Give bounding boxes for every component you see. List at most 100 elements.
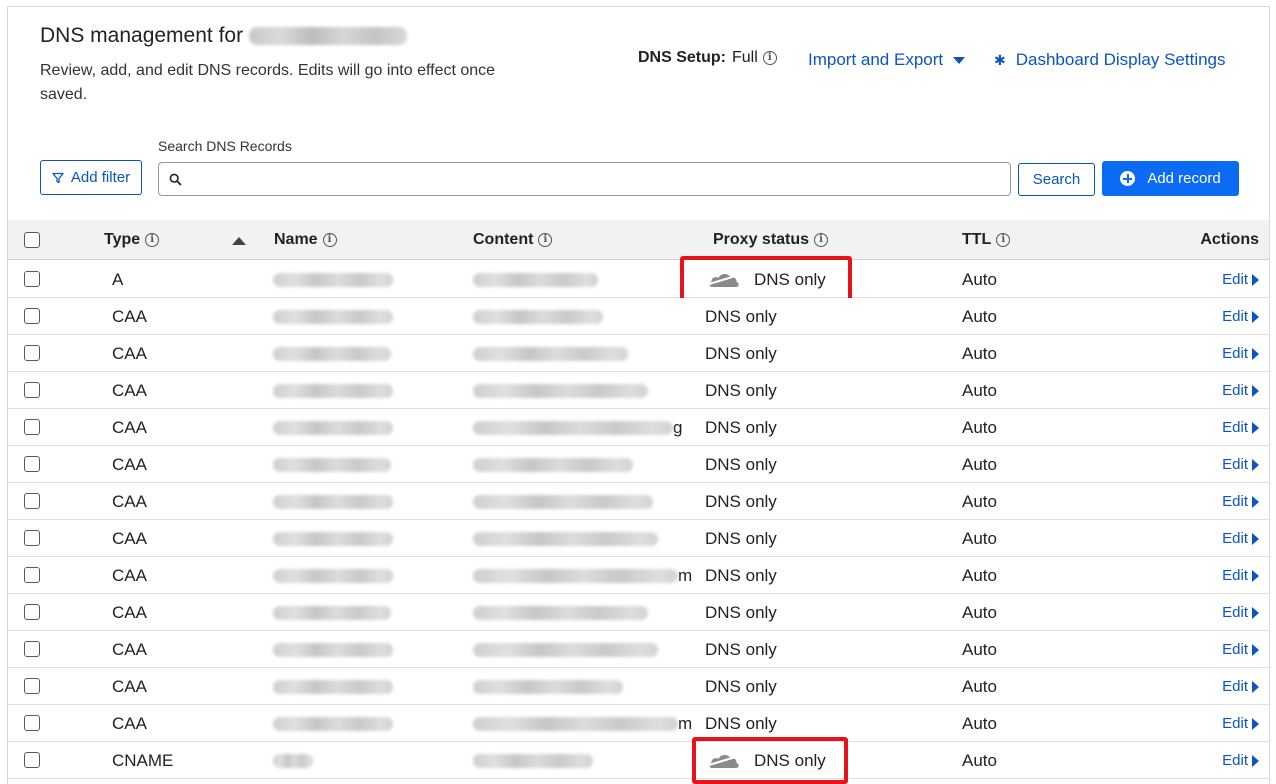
- record-ttl: Auto: [962, 602, 997, 622]
- record-content-redacted: m: [473, 557, 692, 594]
- column-ttl-label: TTL: [962, 231, 992, 248]
- row-checkbox[interactable]: [24, 567, 40, 583]
- row-checkbox[interactable]: [24, 604, 40, 620]
- record-type: CAA: [112, 491, 147, 511]
- edit-record-link[interactable]: Edit: [1222, 261, 1259, 298]
- row-checkbox[interactable]: [24, 271, 40, 287]
- record-ttl: Auto: [962, 491, 997, 511]
- column-content[interactable]: Content i: [473, 220, 553, 260]
- row-checkbox[interactable]: [24, 456, 40, 472]
- table-row: CAA DNS only Auto Edit: [8, 483, 1269, 520]
- record-name-redacted: [273, 409, 393, 446]
- table-row: CAA DNS only Auto Edit: [8, 668, 1269, 705]
- edit-record-link[interactable]: Edit: [1222, 520, 1259, 557]
- cloud-icon: [708, 754, 740, 768]
- edit-record-link[interactable]: Edit: [1222, 372, 1259, 409]
- record-ttl: Auto: [962, 306, 997, 326]
- column-ttl[interactable]: TTL i: [962, 220, 1011, 260]
- proxy-status: DNS only: [705, 557, 777, 594]
- proxy-status: DNS only: [708, 261, 826, 298]
- record-name-redacted: [273, 372, 393, 409]
- table-row: CAA m DNS only Auto Edit: [8, 705, 1269, 742]
- proxy-status: DNS only: [705, 705, 777, 742]
- edit-record-link[interactable]: Edit: [1222, 742, 1259, 779]
- row-checkbox[interactable]: [24, 752, 40, 768]
- record-content-redacted: [473, 668, 623, 705]
- record-type: CAA: [112, 454, 147, 474]
- edit-record-link[interactable]: Edit: [1222, 483, 1259, 520]
- edit-record-link[interactable]: Edit: [1222, 446, 1259, 483]
- row-checkbox[interactable]: [24, 715, 40, 731]
- edit-label: Edit: [1222, 567, 1248, 584]
- edit-record-link[interactable]: Edit: [1222, 705, 1259, 742]
- row-checkbox[interactable]: [24, 345, 40, 361]
- import-export-dropdown[interactable]: Import and Export: [808, 50, 966, 70]
- record-type: CAA: [112, 602, 147, 622]
- column-name[interactable]: Name i: [274, 220, 337, 260]
- record-content-redacted: [473, 298, 603, 335]
- add-record-button[interactable]: Add record: [1102, 161, 1239, 196]
- record-ttl: Auto: [962, 417, 997, 437]
- record-type: CAA: [112, 565, 147, 585]
- caret-right-icon: [1252, 606, 1259, 619]
- edit-record-link[interactable]: Edit: [1222, 298, 1259, 335]
- record-name-redacted: [273, 335, 391, 372]
- table-row: CAA DNS only Auto Edit: [8, 594, 1269, 631]
- proxy-status-label: DNS only: [705, 528, 777, 548]
- edit-label: Edit: [1222, 493, 1248, 510]
- record-type: CAA: [112, 676, 147, 696]
- edit-label: Edit: [1222, 382, 1248, 399]
- edit-record-link[interactable]: Edit: [1222, 557, 1259, 594]
- proxy-status: DNS only: [705, 483, 777, 520]
- edit-record-link[interactable]: Edit: [1222, 631, 1259, 668]
- row-checkbox[interactable]: [24, 419, 40, 435]
- edit-record-link[interactable]: Edit: [1222, 668, 1259, 705]
- row-checkbox[interactable]: [24, 308, 40, 324]
- add-filter-button[interactable]: Add filter: [40, 160, 142, 195]
- record-name-redacted: [273, 594, 391, 631]
- caret-right-icon: [1252, 310, 1259, 323]
- proxy-status: DNS only: [705, 298, 777, 335]
- proxy-status-label: DNS only: [705, 713, 777, 733]
- record-ttl: Auto: [962, 565, 997, 585]
- column-type-label: Type: [104, 231, 141, 248]
- dns-setup-info-icon[interactable]: i: [762, 51, 777, 65]
- page-subtitle: Review, add, and edit DNS records. Edits…: [40, 62, 496, 103]
- row-checkbox[interactable]: [24, 493, 40, 509]
- table-row: CNAME DNS only Auto Edit: [8, 742, 1269, 779]
- cloud-icon: [708, 273, 740, 287]
- row-checkbox[interactable]: [24, 382, 40, 398]
- edit-record-link[interactable]: Edit: [1222, 335, 1259, 372]
- caret-right-icon: [1252, 717, 1259, 730]
- search-field[interactable]: [158, 162, 1011, 196]
- search-input[interactable]: [189, 167, 999, 191]
- record-ttl: Auto: [962, 269, 997, 289]
- dns-setup-value: Full: [732, 49, 758, 66]
- caret-right-icon: [1252, 384, 1259, 397]
- column-type[interactable]: Type i: [104, 220, 160, 260]
- record-name-redacted: [273, 446, 391, 483]
- row-checkbox[interactable]: [24, 678, 40, 694]
- add-record-label: Add record: [1147, 170, 1221, 187]
- caret-down-icon: [953, 56, 966, 64]
- search-button[interactable]: Search: [1018, 163, 1095, 196]
- column-proxy-status[interactable]: Proxy status i: [713, 220, 829, 260]
- edit-record-link[interactable]: Edit: [1222, 409, 1259, 446]
- edit-label: Edit: [1222, 752, 1248, 769]
- dashboard-display-settings-link[interactable]: ✱ Dashboard Display Settings: [994, 50, 1226, 70]
- gear-icon: ✱: [994, 51, 1006, 68]
- column-proxy-label: Proxy status: [713, 231, 810, 248]
- record-name-redacted: [273, 298, 393, 335]
- edit-label: Edit: [1222, 678, 1248, 695]
- record-content-redacted: [473, 742, 593, 779]
- record-type: CAA: [112, 713, 147, 733]
- sort-ascending-icon[interactable]: [232, 237, 246, 245]
- row-checkbox[interactable]: [24, 530, 40, 546]
- filter-icon: [52, 172, 64, 183]
- row-checkbox[interactable]: [24, 641, 40, 657]
- record-name-redacted: [273, 631, 393, 668]
- edit-label: Edit: [1222, 456, 1248, 473]
- edit-record-link[interactable]: Edit: [1222, 594, 1259, 631]
- select-all-checkbox[interactable]: [24, 232, 40, 248]
- ttl-info-icon: i: [996, 233, 1011, 247]
